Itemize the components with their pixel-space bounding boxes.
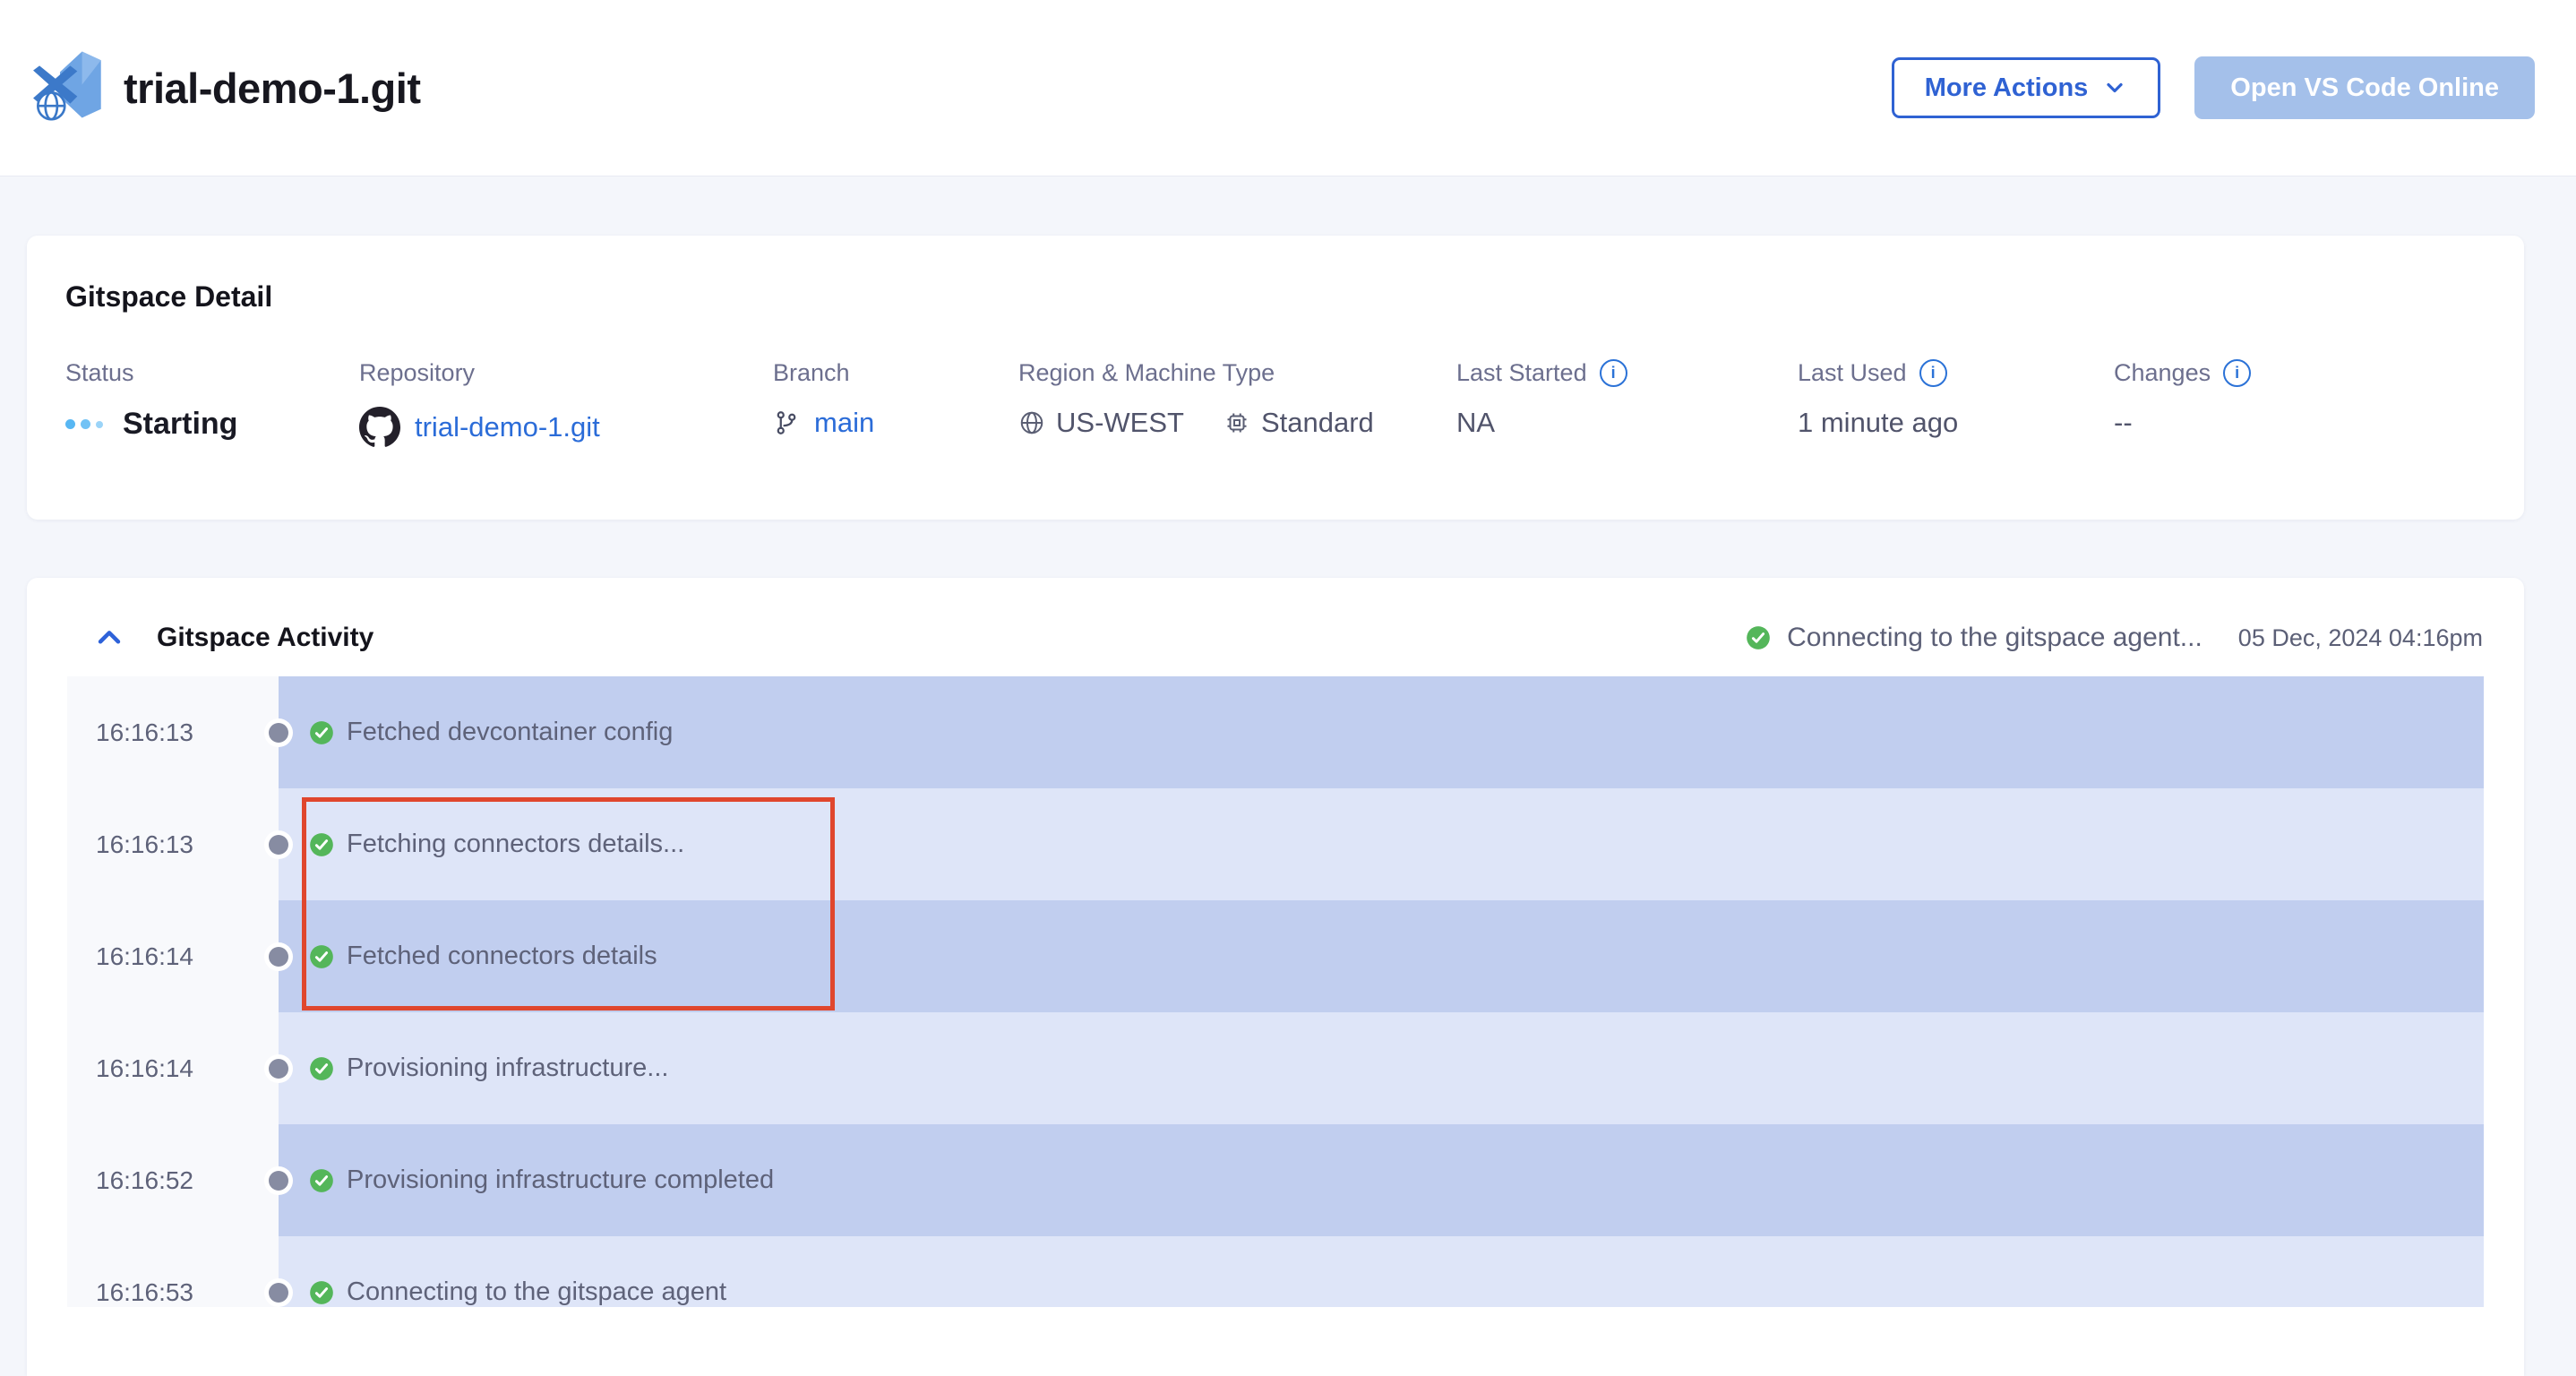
check-circle-icon — [1746, 625, 1771, 650]
last-used-label: Last Used — [1798, 359, 1907, 387]
repository-label: Repository — [359, 359, 600, 387]
log-message: Connecting to the gitspace agent — [347, 1277, 726, 1307]
info-icon[interactable]: i — [2223, 359, 2251, 387]
log-band: Fetched devcontainer config — [279, 676, 2484, 788]
log-message: Provisioning infrastructure... — [347, 1054, 668, 1083]
field-status: Status Starting — [65, 359, 237, 442]
log-message: Fetched devcontainer config — [347, 718, 673, 747]
log-row: 16:16:53 Connecting to the gitspace agen… — [67, 1236, 2484, 1307]
changes-label: Changes — [2114, 359, 2211, 387]
field-region-machine: Region & Machine Type US-WEST — [1018, 359, 1374, 439]
more-actions-label: More Actions — [1925, 73, 2089, 103]
log-gutter: 16:16:52 — [67, 1124, 279, 1236]
check-circle-icon — [309, 832, 334, 857]
activity-header: Gitspace Activity Connecting to the gits… — [27, 599, 2524, 676]
more-actions-button[interactable]: More Actions — [1892, 57, 2161, 118]
log-row: 16:16:13 Fetched devcontainer config — [67, 676, 2484, 788]
activity-title: Gitspace Activity — [157, 623, 374, 653]
status-value: Starting — [123, 407, 237, 442]
header-actions: More Actions Open VS Code Online — [1892, 56, 2549, 119]
log-band: Fetching connectors details... — [279, 788, 2484, 900]
chip-icon — [1224, 409, 1250, 436]
check-circle-icon — [309, 944, 334, 969]
timeline-dot-icon — [269, 1171, 288, 1191]
changes-value: -- — [2114, 407, 2133, 439]
info-icon[interactable]: i — [1600, 359, 1627, 387]
chevron-up-icon — [94, 623, 125, 653]
gitspace-detail-title: Gitspace Detail — [65, 280, 272, 314]
gitspace-detail-page: trial-demo-1.git More Actions Open VS Co… — [0, 0, 2576, 1376]
activity-status: Connecting to the gitspace agent... 05 D… — [1746, 623, 2483, 653]
region-value: US-WEST — [1056, 407, 1184, 439]
last-started-value: NA — [1456, 407, 1495, 439]
top-header: trial-demo-1.git More Actions Open VS Co… — [0, 0, 2576, 176]
log-gutter: 16:16:14 — [67, 1012, 279, 1124]
vscode-globe-icon — [27, 48, 106, 127]
timeline-dot-icon — [269, 835, 288, 855]
log-message: Provisioning infrastructure completed — [347, 1165, 774, 1195]
machine-type-value: Standard — [1261, 407, 1374, 439]
check-circle-icon — [309, 1280, 334, 1305]
log-timestamp: 16:16:14 — [67, 1054, 193, 1083]
field-repository: Repository trial-demo-1.git — [359, 359, 600, 448]
status-label: Status — [65, 359, 237, 387]
timeline-dot-icon — [269, 723, 288, 743]
activity-timestamp: 05 Dec, 2024 04:16pm — [2238, 624, 2483, 652]
region-machine-label: Region & Machine Type — [1018, 359, 1374, 387]
log-band: Fetched connectors details — [279, 900, 2484, 1012]
collapse-activity-button[interactable] — [94, 623, 125, 653]
field-last-started: Last Started i NA — [1456, 359, 1627, 439]
log-gutter: 16:16:13 — [67, 676, 279, 788]
timeline-dot-icon — [269, 947, 288, 967]
field-changes: Changes i -- — [2114, 359, 2251, 439]
status-loading-dots-icon — [65, 419, 103, 429]
log-band: Connecting to the gitspace agent — [279, 1236, 2484, 1307]
log-row: 16:16:52 Provisioning infrastructure com… — [67, 1124, 2484, 1236]
field-branch: Branch main — [773, 359, 874, 439]
log-gutter: 16:16:13 — [67, 788, 279, 900]
check-circle-icon — [309, 1056, 334, 1081]
github-icon — [359, 407, 400, 448]
log-message: Fetching connectors details... — [347, 830, 684, 859]
check-circle-icon — [309, 720, 334, 745]
activity-log: 16:16:13 Fetched devcontainer config 16:… — [67, 676, 2484, 1307]
globe-icon — [1018, 409, 1045, 436]
log-timestamp: 16:16:13 — [67, 718, 193, 747]
field-last-used: Last Used i 1 minute ago — [1798, 359, 1958, 439]
log-timestamp: 16:16:52 — [67, 1166, 193, 1195]
branch-link[interactable]: main — [814, 407, 874, 439]
log-timestamp: 16:16:13 — [67, 830, 193, 859]
log-row: 16:16:14 Provisioning infrastructure... — [67, 1012, 2484, 1124]
log-timestamp: 16:16:53 — [67, 1278, 193, 1307]
log-message: Fetched connectors details — [347, 942, 657, 971]
log-row: 16:16:14 Fetched connectors details — [67, 900, 2484, 1012]
log-band: Provisioning infrastructure completed — [279, 1124, 2484, 1236]
info-icon[interactable]: i — [1919, 359, 1947, 387]
open-vscode-online-label: Open VS Code Online — [2230, 73, 2499, 103]
last-used-value: 1 minute ago — [1798, 407, 1958, 439]
page-title: trial-demo-1.git — [124, 64, 420, 113]
gitspace-activity-card: Gitspace Activity Connecting to the gits… — [27, 578, 2524, 1376]
timeline-dot-icon — [269, 1059, 288, 1079]
log-band: Provisioning infrastructure... — [279, 1012, 2484, 1124]
repository-link[interactable]: trial-demo-1.git — [415, 411, 600, 443]
open-vscode-online-button[interactable]: Open VS Code Online — [2194, 56, 2535, 119]
activity-status-text: Connecting to the gitspace agent... — [1787, 623, 2202, 653]
chevron-down-icon — [2102, 75, 2127, 100]
last-started-label: Last Started — [1456, 359, 1587, 387]
log-row: 16:16:13 Fetching connectors details... — [67, 788, 2484, 900]
log-gutter: 16:16:53 — [67, 1236, 279, 1307]
timeline-dot-icon — [269, 1283, 288, 1303]
git-branch-icon — [773, 409, 800, 436]
log-gutter: 16:16:14 — [67, 900, 279, 1012]
check-circle-icon — [309, 1168, 334, 1193]
gitspace-detail-card: Gitspace Detail Status Starting Reposito… — [27, 236, 2524, 520]
log-timestamp: 16:16:14 — [67, 942, 193, 971]
branch-label: Branch — [773, 359, 874, 387]
